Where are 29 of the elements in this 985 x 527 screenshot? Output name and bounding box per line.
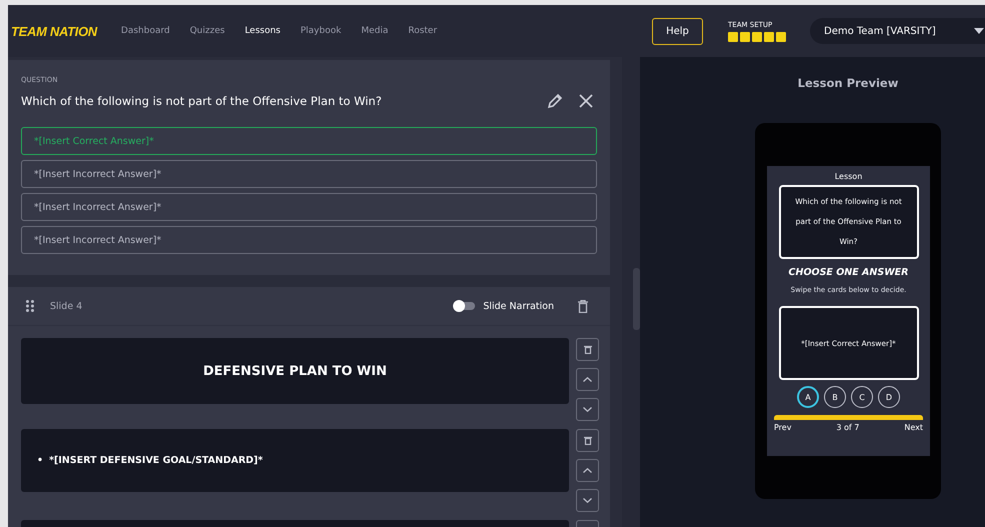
bullet-icon: • (37, 454, 44, 468)
answer-field[interactable]: *[Insert Incorrect Answer]* (21, 160, 597, 188)
nav-link[interactable]: Quizzes (180, 26, 235, 36)
next-link[interactable]: Next (904, 423, 923, 432)
bullet-item: *[INSERT DEFENSIVE GOAL/STANDARD]* (49, 454, 263, 468)
prev-link[interactable]: Prev (774, 423, 792, 432)
question-text: Which of the following is not part of the Offensive Plan to Win? (21, 94, 383, 108)
answer-field[interactable]: *[Insert Incorrect Answer]* (21, 193, 597, 221)
answer-field[interactable]: *[Insert Correct Answer]* (21, 127, 597, 155)
team-dropdown[interactable]: Demo Team [VARSITY] (810, 18, 985, 44)
page-counter: 3 of 7 (836, 423, 860, 432)
nav-link[interactable]: Media (351, 26, 398, 36)
option-button[interactable]: C (851, 386, 873, 408)
option-button[interactable]: D (878, 386, 900, 408)
help-button[interactable]: Help (652, 18, 703, 44)
nav-link[interactable]: Lessons (234, 26, 290, 36)
screen-title: Lesson (834, 172, 862, 181)
slide-title: Slide 4 (50, 300, 82, 312)
prompt-heading: CHOOSE ONE ANSWER (788, 267, 908, 278)
nav-link[interactable]: Roster (398, 26, 448, 36)
preview-title: Lesson Preview (798, 76, 898, 90)
logo[interactable]: TEAM NATION (11, 24, 98, 38)
option-button[interactable]: A (797, 386, 819, 408)
nav-link[interactable]: Playbook (290, 26, 352, 36)
narration-label: Slide Narration (483, 300, 554, 312)
answer-field[interactable]: *[Insert Incorrect Answer]* (21, 226, 597, 254)
block-heading: DEFENSIVE PLAN TO WIN (203, 364, 387, 378)
option-button[interactable]: B (824, 386, 846, 408)
nav-link[interactable]: Dashboard (111, 26, 180, 36)
